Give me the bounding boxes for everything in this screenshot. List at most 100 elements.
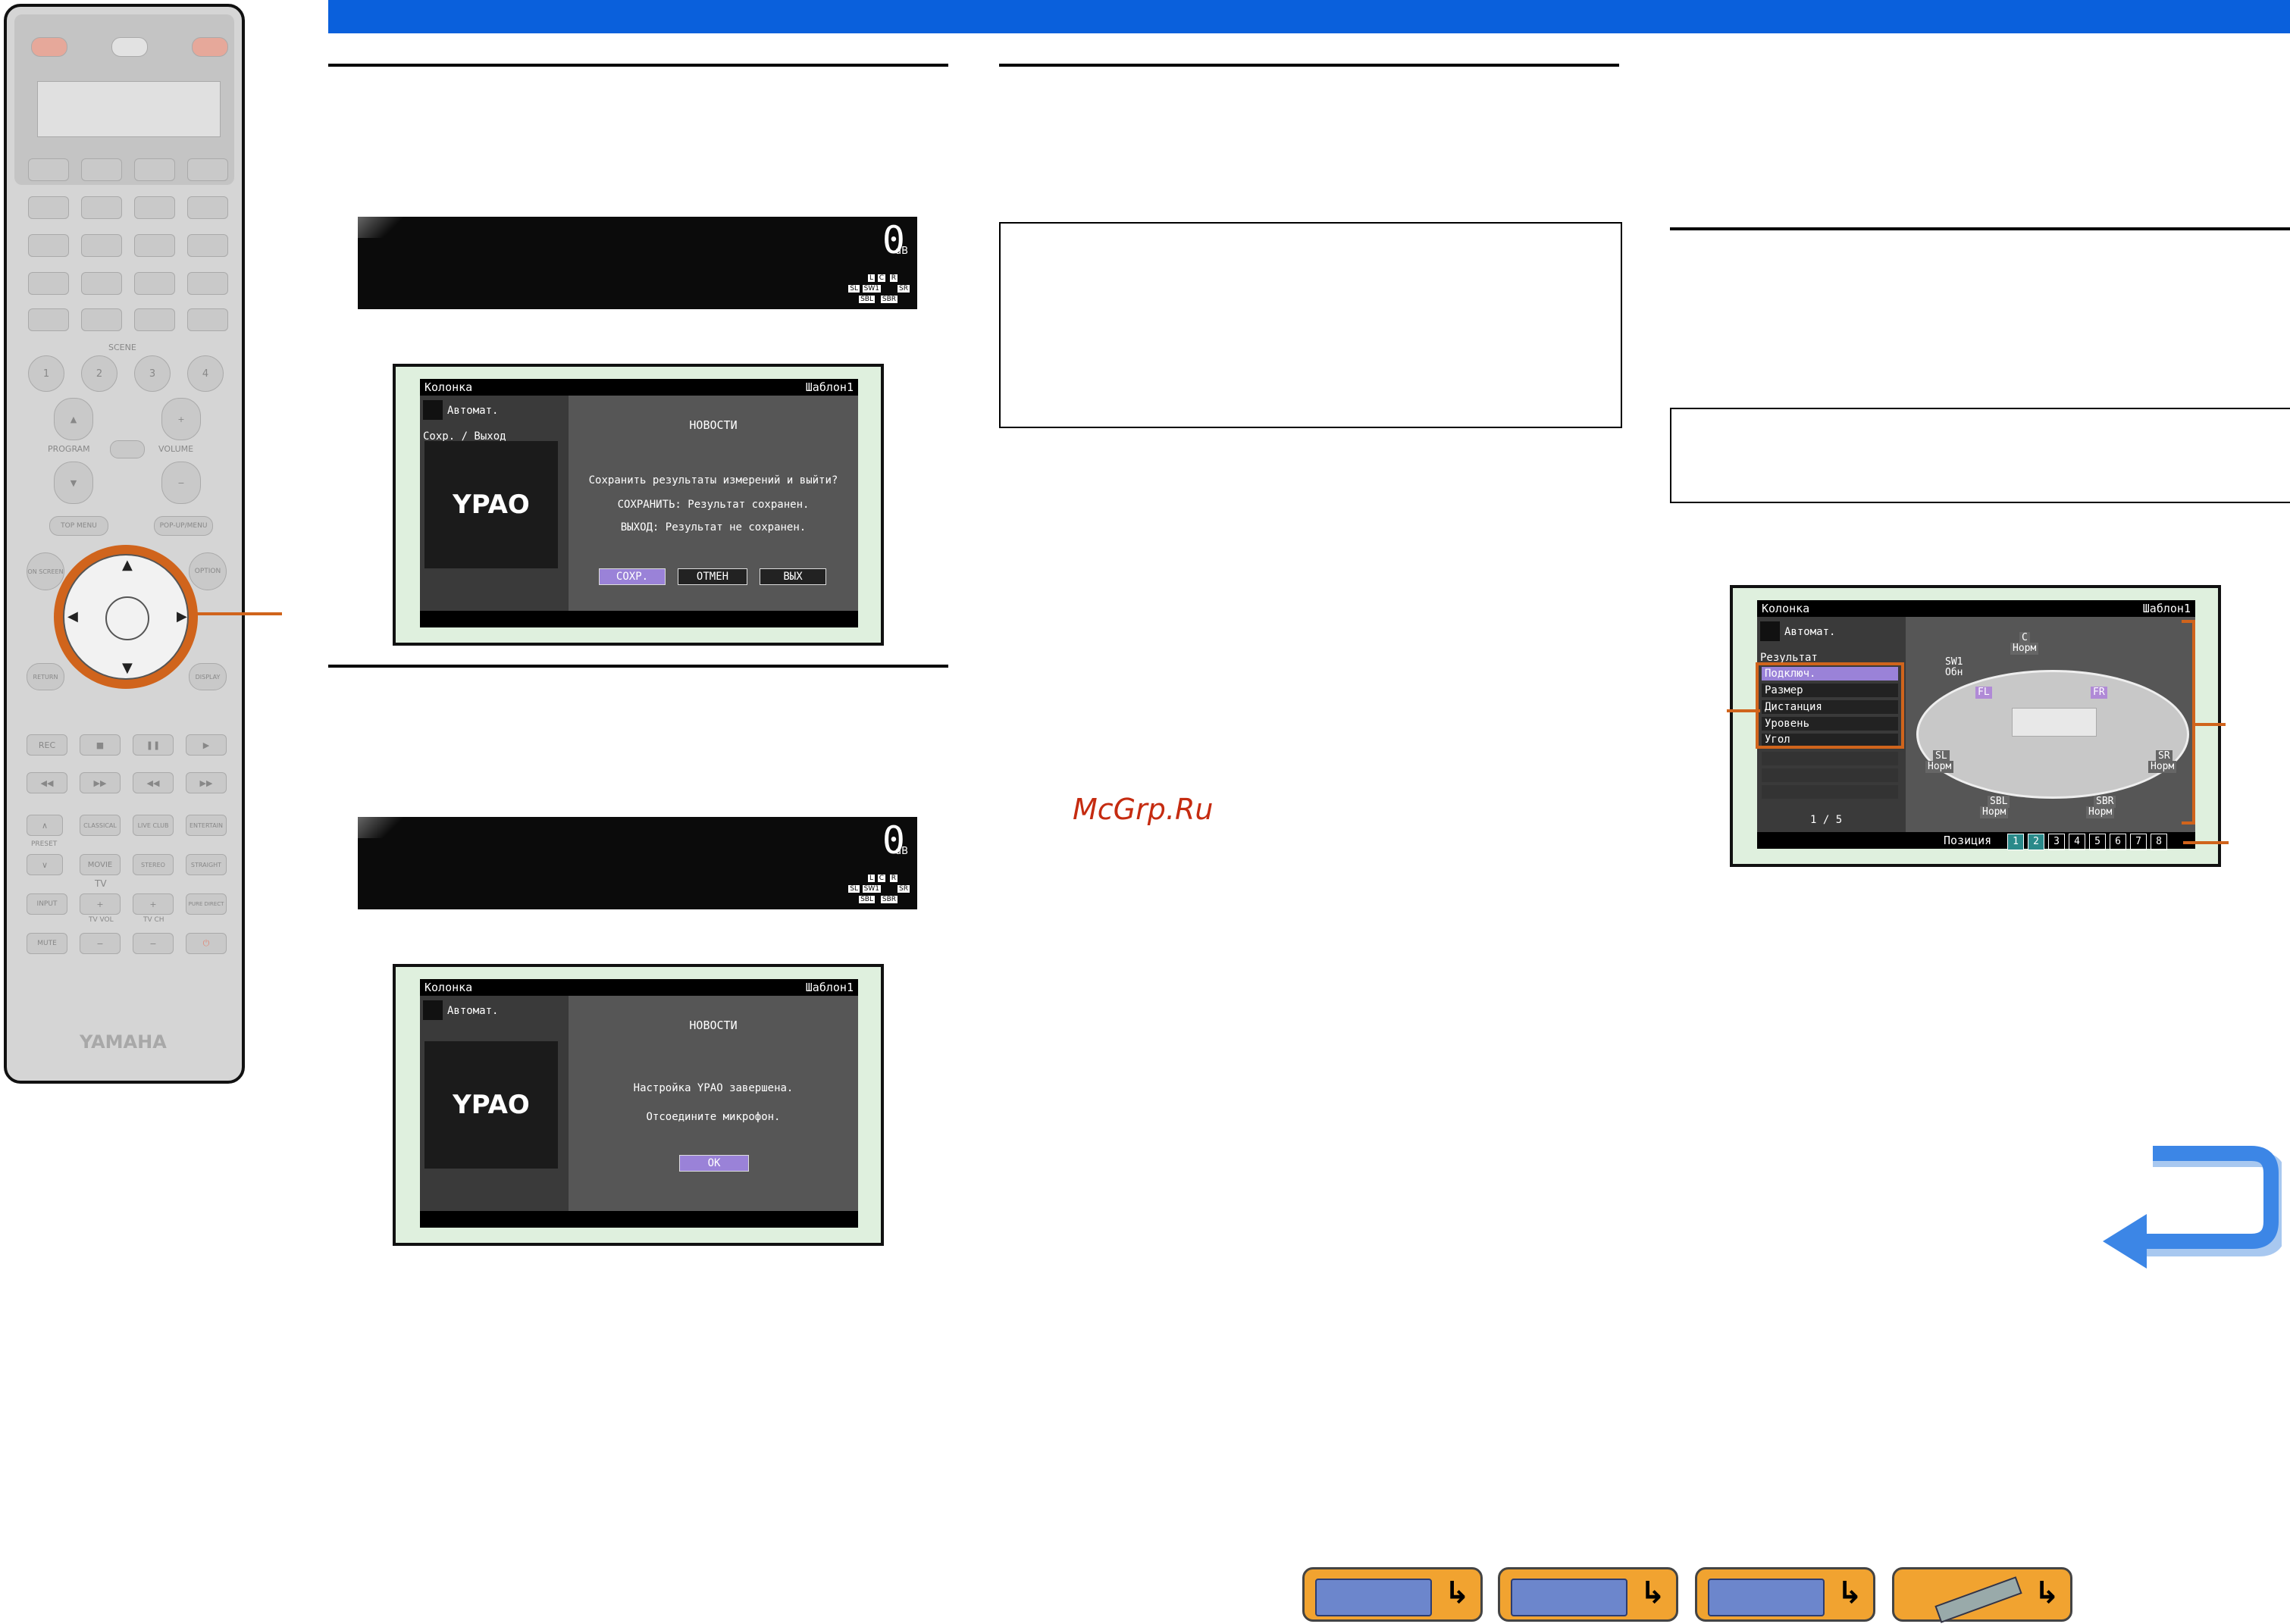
right-arrow-icon[interactable]: ▶	[177, 609, 187, 624]
remote-key[interactable]	[187, 308, 228, 331]
up-arrow-icon[interactable]: ▲	[122, 557, 133, 573]
input-button[interactable]: INPUT	[27, 893, 67, 915]
stereo-button[interactable]: STEREO	[133, 854, 174, 875]
skip-forward-button[interactable]: ▶▶	[80, 772, 121, 793]
remote-key[interactable]	[187, 158, 228, 181]
remote-key[interactable]	[134, 308, 175, 331]
indicator-sw1: SW1	[862, 285, 881, 293]
remote-key[interactable]	[81, 272, 122, 295]
scene-button-2[interactable]: 2	[81, 355, 117, 392]
power-button-right[interactable]	[192, 37, 228, 57]
preset-down-button[interactable]: ∨	[27, 854, 63, 875]
nav-remote-button[interactable]: ↳	[1892, 1567, 2072, 1623]
enter-button[interactable]	[105, 596, 149, 640]
rec-button[interactable]: REC	[27, 734, 67, 756]
remote-key[interactable]	[28, 158, 69, 181]
top-menu-button[interactable]: TOP MENU	[49, 516, 108, 536]
menu-item-distance[interactable]: Дистанция	[1762, 700, 1898, 714]
prev-button[interactable]: ◀◀	[133, 772, 174, 793]
return-button[interactable]: RETURN	[27, 663, 64, 690]
remote-key[interactable]	[28, 234, 69, 257]
tv-power-button[interactable]: ⏻	[186, 933, 227, 954]
position-5[interactable]: 5	[2089, 834, 2106, 850]
osd-title-left: Колонка	[1762, 602, 1810, 615]
position-7[interactable]: 7	[2130, 834, 2147, 850]
menu-item-empty	[1762, 768, 1898, 782]
program-down-button[interactable]: ▼	[54, 462, 93, 504]
position-4[interactable]: 4	[2069, 834, 2085, 850]
position-1[interactable]: 1	[2007, 834, 2024, 850]
pure-direct-button[interactable]: PURE DIRECT	[186, 893, 227, 915]
remote-key[interactable]	[187, 272, 228, 295]
return-arrow-icon: ↳	[1640, 1575, 1665, 1610]
source-button[interactable]	[111, 37, 148, 57]
remote-key[interactable]	[134, 234, 175, 257]
down-arrow-icon[interactable]: ▼	[122, 660, 133, 676]
osd-line-exit: ВЫХОД: Результат не сохранен.	[620, 521, 807, 534]
remote-key[interactable]	[81, 196, 122, 219]
menu-item-level[interactable]: Уровень	[1762, 717, 1898, 731]
position-3[interactable]: 3	[2048, 834, 2065, 850]
scene-button-1[interactable]: 1	[28, 355, 64, 392]
remote-key[interactable]	[134, 272, 175, 295]
movie-button[interactable]: MOVIE	[80, 854, 121, 875]
display-button[interactable]: DISPLAY	[189, 663, 227, 690]
tv-vol-down-button[interactable]: −	[80, 933, 121, 954]
preset-up-button[interactable]: ∧	[27, 815, 63, 836]
volume-up-button[interactable]: +	[161, 398, 201, 440]
menu-item-empty	[1762, 752, 1898, 765]
remote-key[interactable]	[134, 158, 175, 181]
remote-key[interactable]	[134, 196, 175, 219]
save-button[interactable]: СОХР.	[599, 568, 666, 585]
left-arrow-icon[interactable]: ◀	[67, 609, 78, 624]
remote-key[interactable]	[81, 158, 122, 181]
nav-receiver-button[interactable]: ↳	[1302, 1567, 1483, 1622]
on-screen-button[interactable]: ON SCREEN	[27, 552, 64, 590]
remote-key[interactable]	[28, 272, 69, 295]
remote-key[interactable]	[81, 234, 122, 257]
position-2[interactable]: 2	[2028, 834, 2044, 850]
menu-item-angle[interactable]: Угол	[1762, 734, 1898, 746]
volume-down-button[interactable]: −	[161, 462, 201, 504]
classical-button[interactable]: CLASSICAL	[80, 815, 121, 836]
mute-button[interactable]: MUTE	[27, 933, 67, 954]
entertain-button[interactable]: ENTERTAIN	[186, 815, 227, 836]
straight-button[interactable]: STRAIGHT	[186, 854, 227, 875]
option-button[interactable]: OPTION	[189, 552, 227, 590]
power-button-left[interactable]	[31, 37, 67, 57]
callout-line	[1727, 709, 1760, 712]
skip-back-button[interactable]: ◀◀	[27, 772, 67, 793]
stop-button[interactable]: ■	[80, 734, 121, 756]
play-button[interactable]: ▶	[186, 734, 227, 756]
remote-key[interactable]	[187, 196, 228, 219]
menu-item-connection[interactable]: Подключ.	[1762, 667, 1898, 681]
program-up-button[interactable]: ▲	[54, 398, 93, 440]
ypao-logo: YPAO	[424, 1041, 558, 1169]
osd-heading: НОВОСТИ	[689, 418, 738, 432]
position-6[interactable]: 6	[2110, 834, 2126, 850]
remote-key[interactable]	[187, 234, 228, 257]
remote-key[interactable]	[81, 308, 122, 331]
remote-key[interactable]	[28, 308, 69, 331]
scene-button-4[interactable]: 4	[187, 355, 224, 392]
note-box	[1670, 408, 2290, 503]
mute-small-button[interactable]	[110, 440, 145, 458]
remote-icon	[1905, 1576, 2022, 1623]
tv-ch-up-button[interactable]: +	[133, 893, 174, 915]
cancel-button[interactable]: ОТМЕН	[678, 568, 747, 585]
return-arrow-icon[interactable]	[2100, 1146, 2282, 1276]
scene-button-3[interactable]: 3	[134, 355, 171, 392]
remote-key[interactable]	[28, 196, 69, 219]
pause-button[interactable]: ❚❚	[133, 734, 174, 756]
menu-item-size[interactable]: Размер	[1762, 684, 1898, 697]
tv-ch-down-button[interactable]: −	[133, 933, 174, 954]
nav-rear-panel-button[interactable]: ↳	[1695, 1567, 1875, 1622]
tv-vol-up-button[interactable]: +	[80, 893, 121, 915]
nav-front-panel-button[interactable]: ↳	[1498, 1567, 1678, 1622]
position-8[interactable]: 8	[2151, 834, 2167, 850]
ok-button[interactable]: OK	[679, 1155, 749, 1172]
next-button[interactable]: ▶▶	[186, 772, 227, 793]
popup-menu-button[interactable]: POP-UP/MENU	[154, 516, 213, 536]
live-club-button[interactable]: LIVE CLUB	[133, 815, 174, 836]
exit-button[interactable]: ВЫХ	[760, 568, 826, 585]
